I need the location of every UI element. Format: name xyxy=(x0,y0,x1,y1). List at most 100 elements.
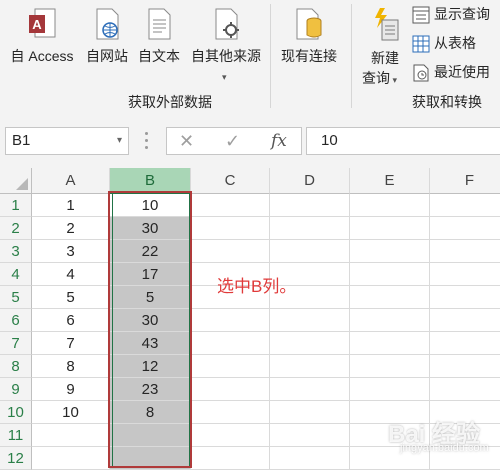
from-web-button[interactable]: 自网站 xyxy=(82,2,132,70)
cell-b12[interactable] xyxy=(110,447,191,470)
row-header-7[interactable]: 7 xyxy=(0,332,32,355)
new-query-button[interactable]: 新建 查询 ▾ xyxy=(358,2,412,88)
cell-f4[interactable] xyxy=(430,263,500,286)
connections-icon xyxy=(296,8,322,40)
cell-e5[interactable] xyxy=(350,286,430,309)
cell-e1[interactable] xyxy=(350,194,430,217)
column-header-d[interactable]: D xyxy=(270,168,350,194)
formula-input[interactable]: 10 xyxy=(306,127,500,155)
from-access-button[interactable]: A 自 Access xyxy=(4,2,80,70)
web-page-icon xyxy=(96,8,119,40)
cell-f8[interactable] xyxy=(430,355,500,378)
cell-d8[interactable] xyxy=(270,355,350,378)
column-header-f[interactable]: F xyxy=(430,168,500,194)
cell-a12[interactable] xyxy=(32,447,110,470)
cell-b3[interactable]: 22 xyxy=(110,240,191,263)
row-header-6[interactable]: 6 xyxy=(0,309,32,332)
show-queries-button[interactable]: 显示查询 xyxy=(412,4,490,26)
cell-d10[interactable] xyxy=(270,401,350,424)
cell-d11[interactable] xyxy=(270,424,350,447)
row-header-9[interactable]: 9 xyxy=(0,378,32,401)
row-header-2[interactable]: 2 xyxy=(0,217,32,240)
cell-a11[interactable] xyxy=(32,424,110,447)
cell-b8[interactable]: 12 xyxy=(110,355,191,378)
cell-e3[interactable] xyxy=(350,240,430,263)
cell-a3[interactable]: 3 xyxy=(32,240,110,263)
cancel-icon[interactable]: ✕ xyxy=(179,128,194,154)
cell-c6[interactable] xyxy=(191,309,270,332)
cell-b5[interactable]: 5 xyxy=(110,286,191,309)
cell-c2[interactable] xyxy=(191,217,270,240)
insert-function-icon[interactable]: fx xyxy=(271,128,287,154)
cell-e7[interactable] xyxy=(350,332,430,355)
row-header-12[interactable]: 12 xyxy=(0,447,32,470)
cell-d3[interactable] xyxy=(270,240,350,263)
from-text-button[interactable]: 自文本 xyxy=(134,2,184,70)
cell-c3[interactable] xyxy=(191,240,270,263)
cell-e4[interactable] xyxy=(350,263,430,286)
row-header-1[interactable]: 1 xyxy=(0,194,32,217)
cell-f6[interactable] xyxy=(430,309,500,332)
cell-d1[interactable] xyxy=(270,194,350,217)
cell-c12[interactable] xyxy=(191,447,270,470)
column-header-c[interactable]: C xyxy=(191,168,270,194)
cell-a6[interactable]: 6 xyxy=(32,309,110,332)
row-header-5[interactable]: 5 xyxy=(0,286,32,309)
cell-c1[interactable] xyxy=(191,194,270,217)
formula-bar-grip-icon[interactable] xyxy=(145,132,149,150)
cell-d6[interactable] xyxy=(270,309,350,332)
cell-a9[interactable]: 9 xyxy=(32,378,110,401)
cell-f7[interactable] xyxy=(430,332,500,355)
cell-d9[interactable] xyxy=(270,378,350,401)
cell-b9[interactable]: 23 xyxy=(110,378,191,401)
row-header-8[interactable]: 8 xyxy=(0,355,32,378)
cell-b7[interactable]: 43 xyxy=(110,332,191,355)
cell-e9[interactable] xyxy=(350,378,430,401)
cell-a5[interactable]: 5 xyxy=(32,286,110,309)
cell-d2[interactable] xyxy=(270,217,350,240)
cell-b1[interactable]: 10 xyxy=(110,194,191,217)
column-header-a[interactable]: A xyxy=(32,168,110,194)
cell-f2[interactable] xyxy=(430,217,500,240)
row-header-4[interactable]: 4 xyxy=(0,263,32,286)
cell-c10[interactable] xyxy=(191,401,270,424)
recent-sources-button[interactable]: 最近使用 xyxy=(412,62,490,84)
cell-a4[interactable]: 4 xyxy=(32,263,110,286)
cell-e2[interactable] xyxy=(350,217,430,240)
chevron-down-icon[interactable]: ▾ xyxy=(117,128,122,154)
cell-b6[interactable]: 30 xyxy=(110,309,191,332)
cell-b4[interactable]: 17 xyxy=(110,263,191,286)
cell-f5[interactable] xyxy=(430,286,500,309)
row-header-10[interactable]: 10 xyxy=(0,401,32,424)
cell-b2[interactable]: 30 xyxy=(110,217,191,240)
cell-e8[interactable] xyxy=(350,355,430,378)
cell-a7[interactable]: 7 xyxy=(32,332,110,355)
cell-f1[interactable] xyxy=(430,194,500,217)
enter-icon[interactable]: ✓ xyxy=(225,128,240,154)
cell-a8[interactable]: 8 xyxy=(32,355,110,378)
column-header-b[interactable]: B xyxy=(110,168,191,194)
cell-a1[interactable]: 1 xyxy=(32,194,110,217)
cell-a2[interactable]: 2 xyxy=(32,217,110,240)
cell-c11[interactable] xyxy=(191,424,270,447)
existing-connections-button[interactable]: 现有连接 xyxy=(274,2,344,70)
show-queries-icon xyxy=(412,6,430,24)
select-all-corner[interactable] xyxy=(0,168,32,194)
cell-d7[interactable] xyxy=(270,332,350,355)
cell-c7[interactable] xyxy=(191,332,270,355)
cell-b10[interactable]: 8 xyxy=(110,401,191,424)
from-other-sources-button[interactable]: 自其他来源 ▾ xyxy=(186,2,266,82)
cell-f3[interactable] xyxy=(430,240,500,263)
row-header-3[interactable]: 3 xyxy=(0,240,32,263)
cell-c8[interactable] xyxy=(191,355,270,378)
cell-e6[interactable] xyxy=(350,309,430,332)
column-header-e[interactable]: E xyxy=(350,168,430,194)
name-box[interactable]: B1 ▾ xyxy=(5,127,129,155)
cell-f9[interactable] xyxy=(430,378,500,401)
cell-c9[interactable] xyxy=(191,378,270,401)
row-header-11[interactable]: 11 xyxy=(0,424,32,447)
cell-a10[interactable]: 10 xyxy=(32,401,110,424)
cell-b11[interactable] xyxy=(110,424,191,447)
from-table-button[interactable]: 从表格 xyxy=(412,33,476,55)
cell-d12[interactable] xyxy=(270,447,350,470)
